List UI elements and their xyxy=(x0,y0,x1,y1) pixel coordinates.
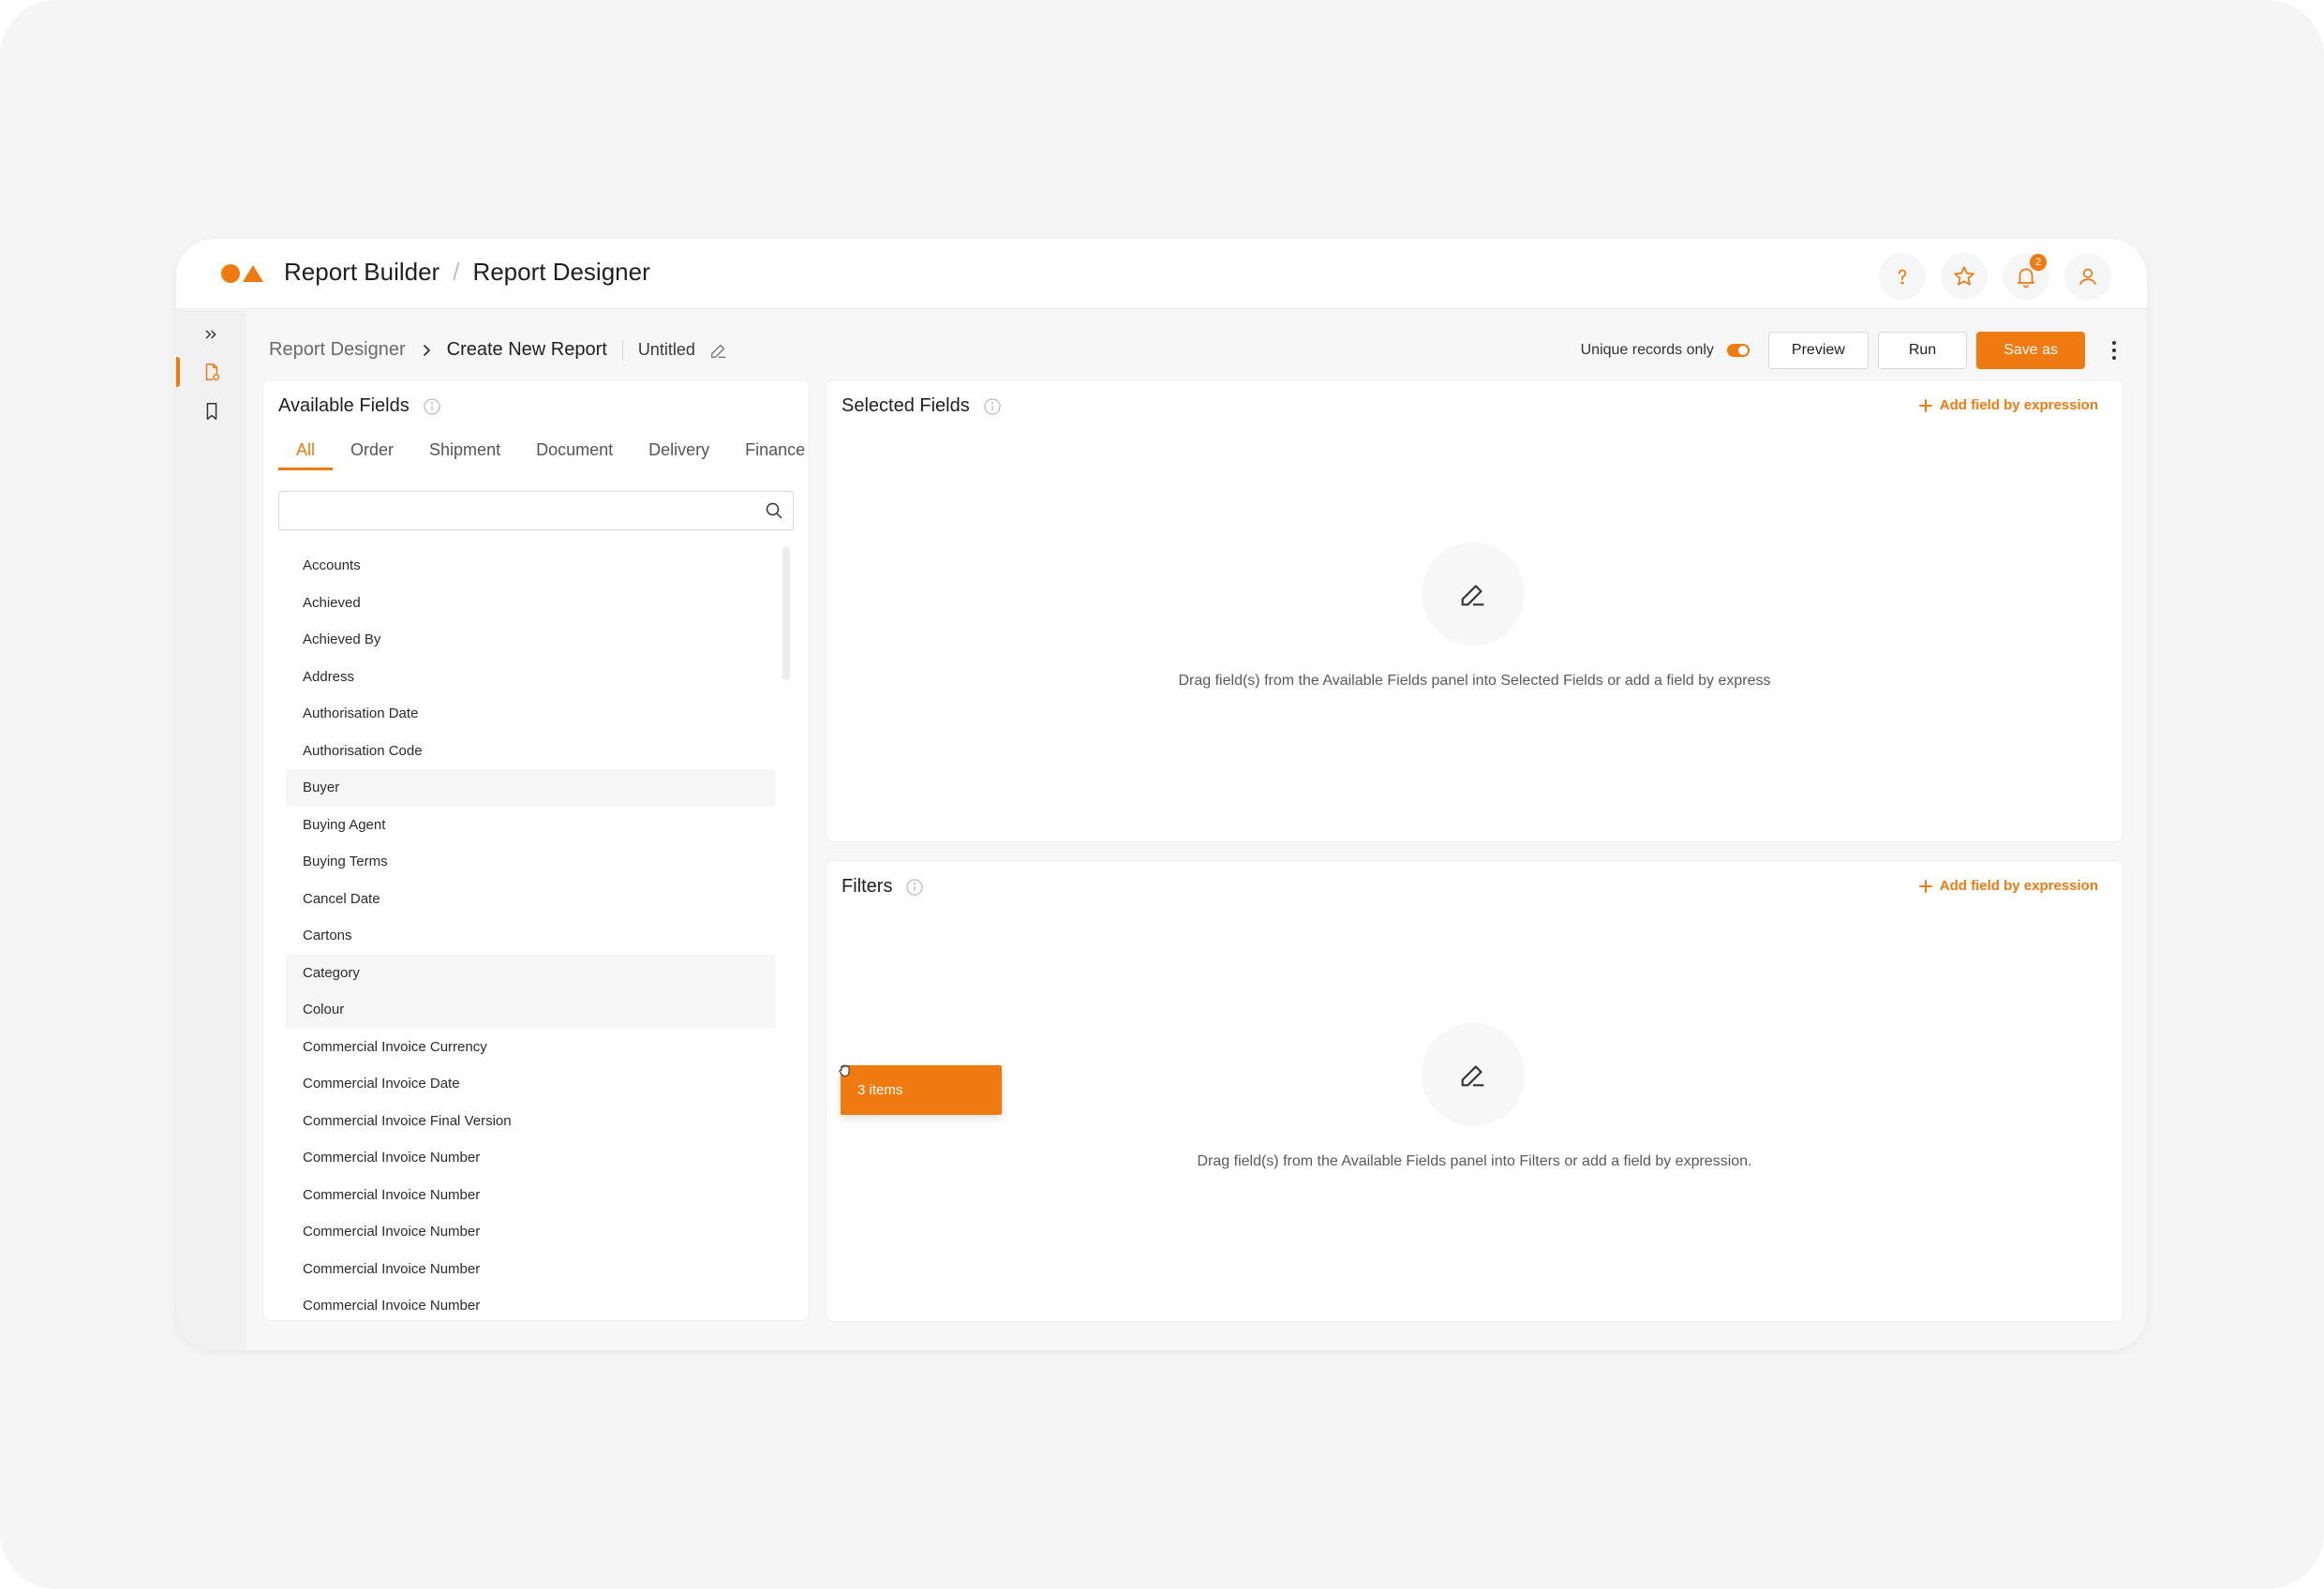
filters-empty-illustration xyxy=(1422,1023,1525,1126)
edit-name-icon[interactable] xyxy=(708,340,729,361)
available-fields-panel: Available Fields All Order Shipment Docu… xyxy=(262,379,810,1321)
field-item[interactable]: Achieved By xyxy=(286,621,775,659)
pencil-icon xyxy=(1461,585,1484,606)
breadcrumb-current: Create New Report xyxy=(446,339,607,360)
selected-add-expression-button[interactable]: Add field by expression xyxy=(1918,397,2098,413)
more-vertical-icon xyxy=(2112,340,2116,360)
field-item[interactable]: Authorisation Date xyxy=(286,695,775,733)
more-options-button[interactable] xyxy=(2100,332,2128,369)
unique-records-label: Unique records only xyxy=(1580,341,1714,358)
breadcrumb: Report Designer Create New Report Untitl… xyxy=(269,339,729,361)
filters-empty-text: Drag field(s) from the Available Fields … xyxy=(1197,1153,1752,1169)
tab-delivery[interactable]: Delivery xyxy=(631,433,727,470)
app-title: Report Builder / Report Designer xyxy=(284,258,650,287)
tab-order[interactable]: Order xyxy=(333,433,411,470)
field-item[interactable]: Address xyxy=(286,659,775,696)
selected-fields-panel[interactable]: Selected Fields Add field by expression … xyxy=(826,379,2123,842)
drag-preview-chip[interactable]: 3 items xyxy=(841,1065,1002,1115)
app-name[interactable]: Report Builder xyxy=(284,258,439,287)
field-search xyxy=(278,491,794,530)
field-item[interactable]: Buyer xyxy=(286,769,775,807)
filters-panel[interactable]: Filters Add field by expression Drag fie… xyxy=(826,860,2123,1322)
field-item[interactable]: Commercial Invoice Date xyxy=(286,1065,775,1103)
preview-button[interactable]: Preview xyxy=(1767,331,1869,369)
field-item[interactable]: Commercial Invoice Currency xyxy=(286,1029,775,1066)
field-category-tabs: All Order Shipment Document Delivery Fin… xyxy=(278,433,823,470)
tab-finance[interactable]: Finance xyxy=(727,433,823,470)
filters-header: Filters xyxy=(842,876,924,898)
title-separator: / xyxy=(453,258,460,286)
pencil-icon xyxy=(1461,1065,1484,1087)
notification-badge: 2 xyxy=(2030,254,2047,271)
field-item[interactable]: Achieved xyxy=(286,585,775,622)
toolbar-actions: Unique records only Preview Run Save as xyxy=(1580,331,2128,369)
info-icon[interactable] xyxy=(983,397,1002,416)
double-chevron-right-icon xyxy=(205,330,216,339)
field-search-input[interactable] xyxy=(279,492,793,529)
plus-icon xyxy=(1918,879,1932,893)
breadcrumb-root[interactable]: Report Designer xyxy=(269,339,406,361)
field-item[interactable]: Colour xyxy=(286,991,775,1029)
rail-item-report-designer[interactable] xyxy=(176,353,246,391)
available-fields-title: Available Fields xyxy=(278,395,410,416)
notifications-button[interactable]: 2 xyxy=(2003,253,2049,300)
filters-title: Filters xyxy=(842,876,893,897)
selected-add-expression-label: Add field by expression xyxy=(1939,397,2098,413)
report-name: Untitled xyxy=(637,340,695,359)
field-item[interactable]: Authorisation Code xyxy=(286,733,775,770)
field-item[interactable]: Accounts xyxy=(286,547,775,585)
favorites-button[interactable] xyxy=(1941,253,1988,300)
profile-button[interactable] xyxy=(2064,253,2111,300)
info-icon[interactable] xyxy=(905,878,924,897)
filters-add-expression-label: Add field by expression xyxy=(1939,878,2098,894)
field-item[interactable]: Buying Terms xyxy=(286,843,775,881)
header-actions: 2 xyxy=(1879,253,2111,300)
field-item[interactable]: Cancel Date xyxy=(286,881,775,918)
field-item[interactable]: Category xyxy=(286,954,775,991)
available-fields-list: Accounts Achieved Achieved By Address Author… xyxy=(286,547,775,1315)
field-item[interactable]: Commercial Invoice Number xyxy=(286,1287,775,1315)
field-item[interactable]: Buying Agent xyxy=(286,807,775,844)
expand-rail-button[interactable] xyxy=(176,316,246,353)
plus-icon xyxy=(1918,398,1932,412)
filters-add-expression-button[interactable]: Add field by expression xyxy=(1918,878,2098,894)
field-item[interactable]: Commercial Invoice Number xyxy=(286,1177,775,1214)
grab-cursor-icon xyxy=(839,1064,850,1077)
bookmark-icon xyxy=(206,403,216,420)
selected-fields-title: Selected Fields xyxy=(842,395,970,416)
unique-records-toggle[interactable] xyxy=(1726,343,1750,357)
field-item[interactable]: Cartons xyxy=(286,917,775,955)
sub-header: Report Designer Create New Report Untitl… xyxy=(246,310,2147,390)
info-icon[interactable] xyxy=(423,397,441,416)
run-button[interactable]: Run xyxy=(1877,331,1968,369)
star-icon xyxy=(1954,266,1974,286)
active-indicator xyxy=(176,357,180,387)
field-list-scrollbar[interactable] xyxy=(782,546,790,680)
page-name: Report Designer xyxy=(472,258,650,286)
help-button[interactable] xyxy=(1879,253,1926,300)
rail-item-saved[interactable] xyxy=(176,393,246,430)
save-as-button[interactable]: Save as xyxy=(1976,331,2085,369)
selected-empty-text: Drag field(s) from the Available Fields … xyxy=(1178,673,1771,689)
top-header: Report Builder / Report Designer 2 xyxy=(176,239,2147,309)
available-fields-header: Available Fields xyxy=(278,395,441,417)
tab-shipment[interactable]: Shipment xyxy=(411,433,518,470)
brand-logo xyxy=(221,264,263,283)
tab-document[interactable]: Document xyxy=(518,433,631,470)
report-file-icon xyxy=(205,364,219,380)
app-window: Report Builder / Report Designer 2 Repor… xyxy=(176,239,2147,1350)
search-icon[interactable] xyxy=(765,501,783,520)
help-icon xyxy=(1898,269,1907,285)
field-item[interactable]: Commercial Invoice Number xyxy=(286,1251,775,1288)
selected-empty-illustration xyxy=(1422,542,1525,646)
breadcrumb-divider xyxy=(621,339,623,361)
chevron-right-icon xyxy=(423,344,430,356)
field-item[interactable]: Commercial Invoice Number xyxy=(286,1139,775,1177)
user-icon xyxy=(2079,268,2096,285)
field-item[interactable]: Commercial Invoice Final Version xyxy=(286,1103,775,1140)
side-rail xyxy=(176,310,246,1350)
selected-fields-header: Selected Fields xyxy=(842,395,1002,417)
field-item[interactable]: Commercial Invoice Number xyxy=(286,1213,775,1251)
tab-all[interactable]: All xyxy=(278,433,334,470)
